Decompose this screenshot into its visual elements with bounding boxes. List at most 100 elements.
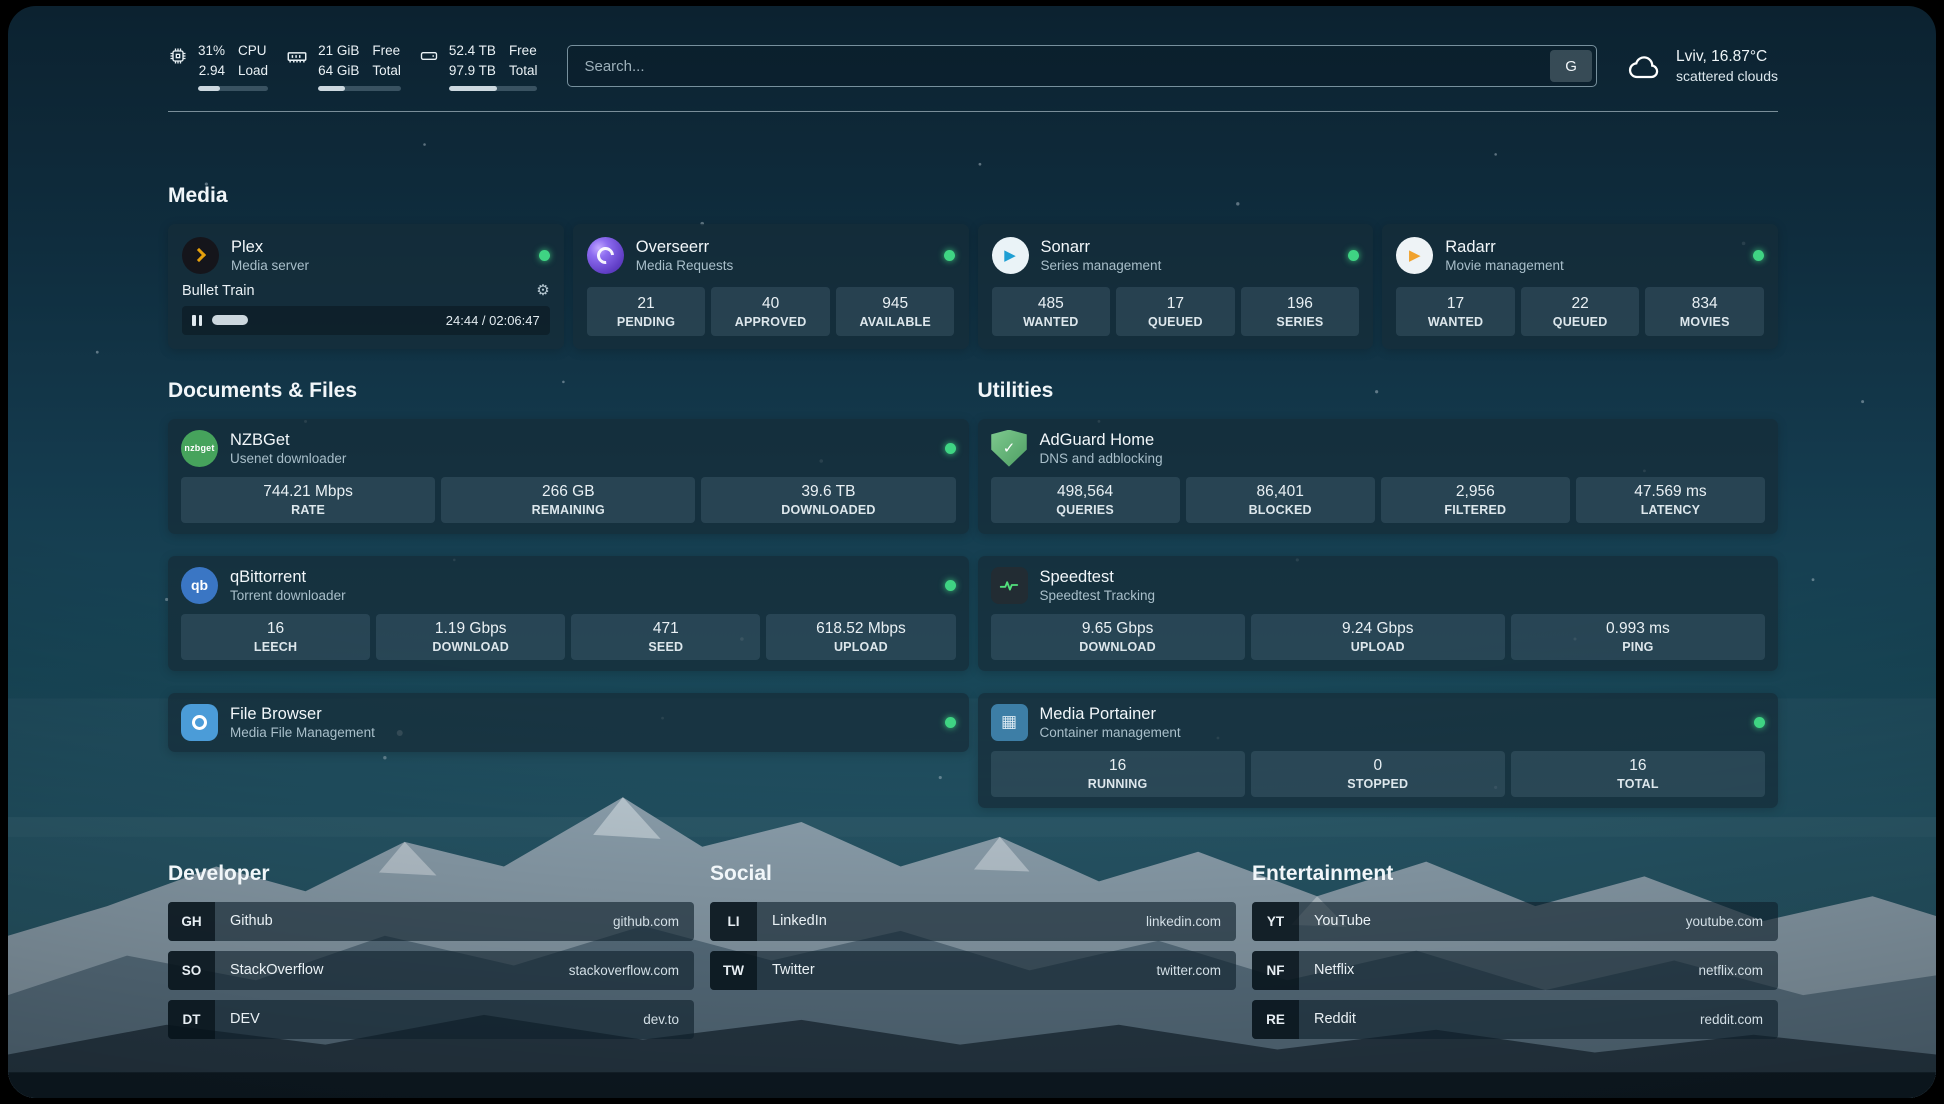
playback-time: 24:44 / 02:06:47 [446,313,540,328]
disk-total-value: 97.9 TB [449,62,496,80]
bookmark-name: Reddit [1314,1011,1356,1027]
bookmark-url: netflix.com [1698,963,1763,978]
cpu-widget: 31% 2.94 CPU Load [168,42,268,91]
top-bar: 31% 2.94 CPU Load [168,42,1778,91]
adguard-icon: ✓ [991,430,1028,467]
app-name: qBittorrent [230,567,346,588]
app-card-overseerr[interactable]: Overseerr Media Requests 21 PENDING 40 A… [573,224,969,349]
bookmark-url: github.com [613,914,679,929]
section-title-utilities: Utilities [978,379,1779,403]
bookmark-name: YouTube [1314,913,1371,929]
app-name: Sonarr [1041,237,1162,258]
bookmark-url: twitter.com [1156,963,1221,978]
stat-download: 1.19 Gbps DOWNLOAD [376,614,565,660]
status-dot-online [539,250,550,261]
stat-ping: 0.993 ms PING [1511,614,1765,660]
stat-upload: 618.52 Mbps UPLOAD [766,614,955,660]
plex-player-bar: 24:44 / 02:06:47 [182,306,550,335]
widget-settings-gear-icon[interactable]: ⚙ [536,283,549,298]
cpu-usage-label: CPU [238,42,268,60]
memory-total-value: 64 GiB [318,62,359,80]
bookmark-netflix[interactable]: NF Netflix netflix.com [1252,951,1778,990]
status-dot-online [944,250,955,261]
app-card-speedtest[interactable]: Speedtest Speedtest Tracking 9.65 Gbps D… [978,556,1779,671]
app-name: Media Portainer [1040,704,1181,725]
bookmark-linkedin[interactable]: LI LinkedIn linkedin.com [710,902,1236,941]
bookmark-group-developer: Developer GH Github github.com SO StackO… [168,862,694,1039]
filebrowser-icon [181,704,218,741]
app-name: AdGuard Home [1040,430,1163,451]
app-card-radarr[interactable]: ▶ Radarr Movie management 17 WANTED [1382,224,1778,349]
cpu-usage-bar [198,86,268,91]
bookmark-name: StackOverflow [230,962,323,978]
now-playing-title: Bullet Train [182,283,255,299]
bookmark-abbr: RE [1252,1000,1299,1039]
stat-total: 16 TOTAL [1511,751,1765,797]
pause-icon[interactable] [192,315,202,326]
app-name: Plex [231,237,309,258]
bookmark-reddit[interactable]: RE Reddit reddit.com [1252,1000,1778,1039]
memory-free-value: 21 GiB [318,42,359,60]
app-card-plex[interactable]: Plex Media server Bullet Train ⚙ 24:44 /… [168,224,564,349]
bookmark-stackoverflow[interactable]: SO StackOverflow stackoverflow.com [168,951,694,990]
disk-free-value: 52.4 TB [449,42,496,60]
stat-queued: 22 QUEUED [1521,287,1640,336]
stat-download: 9.65 Gbps DOWNLOAD [991,614,1245,660]
speedtest-icon [991,567,1028,604]
stat-wanted: 17 WANTED [1396,287,1515,336]
bookmark-url: youtube.com [1686,914,1763,929]
disk-widget: 52.4 TB 97.9 TB Free Total [419,42,538,91]
disk-icon [419,46,439,66]
stat-upload: 9.24 Gbps UPLOAD [1251,614,1505,660]
sonarr-icon: ▶ [992,237,1029,274]
topbar-divider [168,111,1778,112]
stat-downloaded: 39.6 TB DOWNLOADED [701,477,955,523]
stat-filtered: 2,956 FILTERED [1381,477,1570,523]
weather-location: Lviv, 16.87°C [1676,48,1778,66]
stat-running: 16 RUNNING [991,751,1245,797]
app-card-sonarr[interactable]: ▶ Sonarr Series management 485 WANTED [978,224,1374,349]
app-name: File Browser [230,704,375,725]
qbittorrent-icon: qb [181,567,218,604]
bookmark-youtube[interactable]: YT YouTube youtube.com [1252,902,1778,941]
search-bar: G [567,45,1597,87]
search-engine-button[interactable]: G [1550,50,1592,82]
bookmark-abbr: GH [168,902,215,941]
bookmark-group-social: Social LI LinkedIn linkedin.com TW Twitt… [710,862,1236,1039]
app-subtitle: Speedtest Tracking [1040,588,1156,603]
bookmark-twitter[interactable]: TW Twitter twitter.com [710,951,1236,990]
bookmark-dev[interactable]: DT DEV dev.to [168,1000,694,1039]
app-card-adguard[interactable]: ✓ AdGuard Home DNS and adblocking 498,56… [978,419,1779,534]
status-dot-online [945,443,956,454]
app-card-qbittorrent[interactable]: qb qBittorrent Torrent downloader 16 LEE… [168,556,969,671]
status-dot-online [1754,717,1765,728]
memory-icon [286,46,308,68]
app-card-nzbget[interactable]: nzbget NZBGet Usenet downloader 744.21 M… [168,419,969,534]
section-utilities: Utilities ✓ AdGuard Home DNS and adblock… [978,379,1779,808]
app-card-portainer[interactable]: ▦ Media Portainer Container management 1… [978,693,1779,808]
app-subtitle: Movie management [1445,258,1564,273]
app-subtitle: Usenet downloader [230,451,346,466]
app-subtitle: Series management [1041,258,1162,273]
cpu-load-value: 2.94 [199,62,225,80]
stat-stopped: 0 STOPPED [1251,751,1505,797]
section-title-documents: Documents & Files [168,379,969,403]
memory-total-label: Total [372,62,401,80]
app-subtitle: Container management [1040,725,1181,740]
app-card-filebrowser[interactable]: File Browser Media File Management [168,693,969,752]
app-subtitle: Torrent downloader [230,588,346,603]
app-name: Overseerr [636,237,734,258]
section-title-social: Social [710,862,1236,886]
bookmark-abbr: NF [1252,951,1299,990]
bookmark-url: linkedin.com [1146,914,1221,929]
search-input[interactable] [568,46,1546,86]
dashboard-screen: 31% 2.94 CPU Load [8,6,1936,1098]
radarr-icon: ▶ [1396,237,1433,274]
section-title-entertainment: Entertainment [1252,862,1778,886]
bookmark-github[interactable]: GH Github github.com [168,902,694,941]
app-subtitle: Media Requests [636,258,734,273]
playback-progress-bar [212,315,436,325]
disk-usage-bar [449,86,538,91]
status-dot-online [1348,250,1359,261]
memory-free-label: Free [372,42,401,60]
